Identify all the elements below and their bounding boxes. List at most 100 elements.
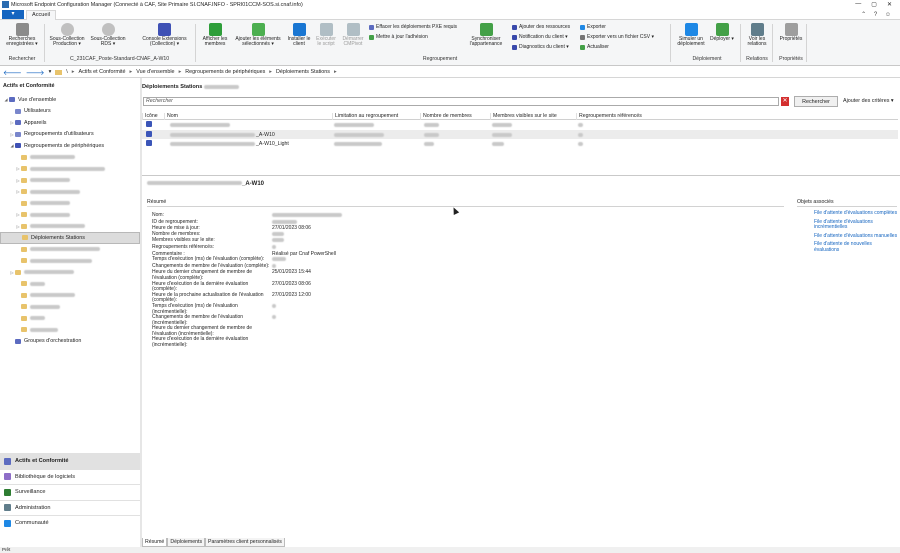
tree-item[interactable]: ◢ Regroupements de périphériques bbox=[0, 140, 140, 152]
nav-dropdown-icon[interactable]: ▾ bbox=[49, 69, 52, 75]
related-link[interactable]: File d'attente de nouvelles évaluations bbox=[814, 242, 898, 253]
folder-icon bbox=[21, 200, 27, 206]
redacted-cell bbox=[578, 142, 583, 146]
folder-icon bbox=[21, 154, 27, 160]
ribbon-small-button[interactable]: Exporter bbox=[580, 24, 606, 30]
node-icon bbox=[15, 131, 21, 137]
ribbon-button-properties[interactable]: Propriétés bbox=[776, 23, 806, 42]
ribbon-button-install-client[interactable]: Installer le client bbox=[286, 23, 312, 48]
ribbon-small-label: Actualiser bbox=[587, 44, 609, 50]
tree-item[interactable] bbox=[0, 198, 140, 210]
tree-item[interactable]: Déploiements Stations bbox=[0, 232, 140, 244]
column-header[interactable]: Nombre de membres bbox=[420, 113, 472, 120]
table-row[interactable]: _A-W10_Light bbox=[142, 139, 898, 149]
related-link[interactable]: File d'attente d'évaluations manuelles bbox=[814, 233, 898, 240]
ribbon-button-sync[interactable]: Synchroniser l'appartenance bbox=[466, 23, 506, 48]
ribbon-small-button[interactable]: Exporter vers un fichier CSV ▾ bbox=[580, 34, 654, 40]
tree-item[interactable]: ▷ bbox=[0, 221, 140, 233]
ribbon-options-icons[interactable]: ⌃ ? ☺ bbox=[861, 11, 894, 18]
ribbon-button-show-members[interactable]: Afficher les membres bbox=[198, 23, 232, 48]
ribbon-group-label: Propriétés bbox=[779, 56, 803, 62]
simulate-icon bbox=[684, 23, 698, 36]
column-header[interactable]: Nom bbox=[164, 113, 178, 120]
tree-item[interactable] bbox=[0, 255, 140, 267]
ribbon-button-subcollection[interactable]: Sous-Collection Production ▾ bbox=[47, 23, 87, 48]
forward-arrow-icon[interactable]: 🡒 bbox=[26, 68, 45, 77]
table-row[interactable]: _A-W10 bbox=[142, 129, 898, 139]
tree-item[interactable]: ▷ bbox=[0, 267, 140, 279]
back-arrow-icon[interactable]: 🡐 bbox=[3, 68, 22, 77]
tree-item[interactable]: ◢ Vue d'ensemble bbox=[0, 94, 140, 106]
detail-tab[interactable]: Déploiements bbox=[167, 538, 206, 547]
workspace-item[interactable]: Surveillance bbox=[0, 484, 140, 500]
tree-item[interactable]: ▷ bbox=[0, 175, 140, 187]
tree-item[interactable]: ▷ Appareils bbox=[0, 117, 140, 129]
breadcrumb-item[interactable]: Actifs et Conformité bbox=[79, 69, 126, 75]
breadcrumb-item[interactable]: Vue d'ensemble bbox=[136, 69, 174, 75]
maximize-button[interactable]: ▢ bbox=[871, 1, 877, 8]
tree-item[interactable]: ▷ bbox=[0, 186, 140, 198]
tree-item[interactable]: ▷ Regroupements d'utilisateurs bbox=[0, 129, 140, 141]
ribbon-button-cmpivot[interactable]: Démarrer CMPivot bbox=[340, 23, 366, 48]
breadcrumb-item[interactable]: Déploiements Stations bbox=[276, 69, 330, 75]
ribbon-small-button[interactable]: Effacer les déploiements PXE requis bbox=[369, 24, 457, 30]
ribbon-button-saved-search[interactable]: Recherches enregistrées ▾ bbox=[2, 23, 42, 48]
tree-item[interactable] bbox=[0, 152, 140, 164]
detail-tab[interactable]: Paramètres client personnalisés bbox=[205, 538, 285, 547]
ribbon-button-add-items[interactable]: Ajouter les éléments sélectionnés ▾ bbox=[230, 23, 286, 48]
tree-item[interactable] bbox=[0, 244, 140, 256]
breadcrumb-item[interactable]: \ bbox=[66, 69, 68, 75]
pane-splitter[interactable] bbox=[140, 78, 142, 553]
workspace-item[interactable]: Bibliothèque de logiciels bbox=[0, 468, 140, 485]
workspace-item[interactable]: Communauté bbox=[0, 515, 140, 531]
breadcrumb-item[interactable]: Regroupements de périphériques bbox=[185, 69, 265, 75]
ribbon-button-label: Démarrer CMPivot bbox=[342, 36, 364, 48]
search-input[interactable]: Rechercher bbox=[143, 97, 779, 106]
tree-item[interactable] bbox=[0, 290, 140, 302]
app-icon bbox=[2, 1, 9, 8]
ribbon-button-run-script[interactable]: Exécuter le script bbox=[314, 23, 338, 48]
ribbon-small-button[interactable]: Mettre à jour l'adhésion bbox=[369, 34, 428, 40]
tab-home[interactable]: Accueil bbox=[26, 10, 56, 20]
column-header[interactable]: Icône bbox=[142, 113, 158, 120]
table-row[interactable] bbox=[142, 120, 898, 130]
detail-tab[interactable]: Résumé bbox=[142, 538, 168, 547]
search-button[interactable]: Rechercher bbox=[794, 96, 838, 107]
clear-search-icon[interactable]: ✕ bbox=[781, 97, 789, 106]
column-header[interactable]: Membres visibles sur le site bbox=[490, 113, 557, 120]
related-link[interactable]: File d'attente d'évaluations incrémentie… bbox=[814, 219, 898, 231]
ribbon-button-console-extensions[interactable]: Console Extensions (Collection) ▾ bbox=[137, 23, 192, 48]
ribbon-button-deploy[interactable]: Déployer ▾ bbox=[709, 23, 735, 42]
ribbon-small-button[interactable]: Diagnostics du client ▾ bbox=[512, 44, 569, 50]
column-header[interactable]: Regroupements référencés bbox=[576, 113, 642, 120]
ribbon-button-subcollection-rds[interactable]: Sous-Collection RDS ▾ bbox=[88, 23, 128, 48]
tree-item[interactable]: ▷ bbox=[0, 163, 140, 175]
node-icon bbox=[15, 338, 21, 344]
related-link[interactable]: File d'attente d'évaluations complètes bbox=[814, 210, 898, 217]
workspace-icon bbox=[4, 457, 11, 465]
tree-item[interactable] bbox=[0, 324, 140, 336]
ribbon-button-simulate[interactable]: Simuler un déploiement bbox=[674, 23, 708, 48]
tree-item[interactable]: ▷ bbox=[0, 209, 140, 221]
ribbon-small-button[interactable]: Ajouter des ressources bbox=[512, 24, 570, 30]
ribbon-small-button[interactable]: Notification du client ▾ bbox=[512, 34, 568, 40]
redacted-label bbox=[30, 166, 105, 171]
close-button[interactable]: ✕ bbox=[887, 1, 892, 8]
redacted-cell bbox=[424, 142, 434, 146]
tree-item[interactable] bbox=[0, 301, 140, 313]
ribbon-small-button[interactable]: Actualiser bbox=[580, 44, 609, 50]
redacted-cell bbox=[492, 123, 512, 127]
detail-splitter[interactable] bbox=[142, 175, 900, 176]
workspace-label: Actifs et Conformité bbox=[15, 458, 69, 465]
add-criteria-button[interactable]: Ajouter des critères ▾ bbox=[843, 98, 894, 104]
tree-item[interactable]: Utilisateurs bbox=[0, 106, 140, 118]
minimize-button[interactable]: — bbox=[855, 1, 861, 8]
ribbon-button-relations[interactable]: Voir les relations bbox=[742, 23, 772, 48]
workspace-item[interactable]: Actifs et Conformité bbox=[0, 453, 140, 469]
file-menu-tab[interactable]: ▾ bbox=[2, 10, 24, 19]
workspace-item[interactable]: Administration bbox=[0, 499, 140, 516]
tree-item[interactable] bbox=[0, 278, 140, 290]
column-header[interactable]: Limitation au regroupement bbox=[332, 113, 398, 120]
tree-item[interactable]: Groupes d'orchestration bbox=[0, 336, 140, 348]
tree-item[interactable] bbox=[0, 313, 140, 325]
